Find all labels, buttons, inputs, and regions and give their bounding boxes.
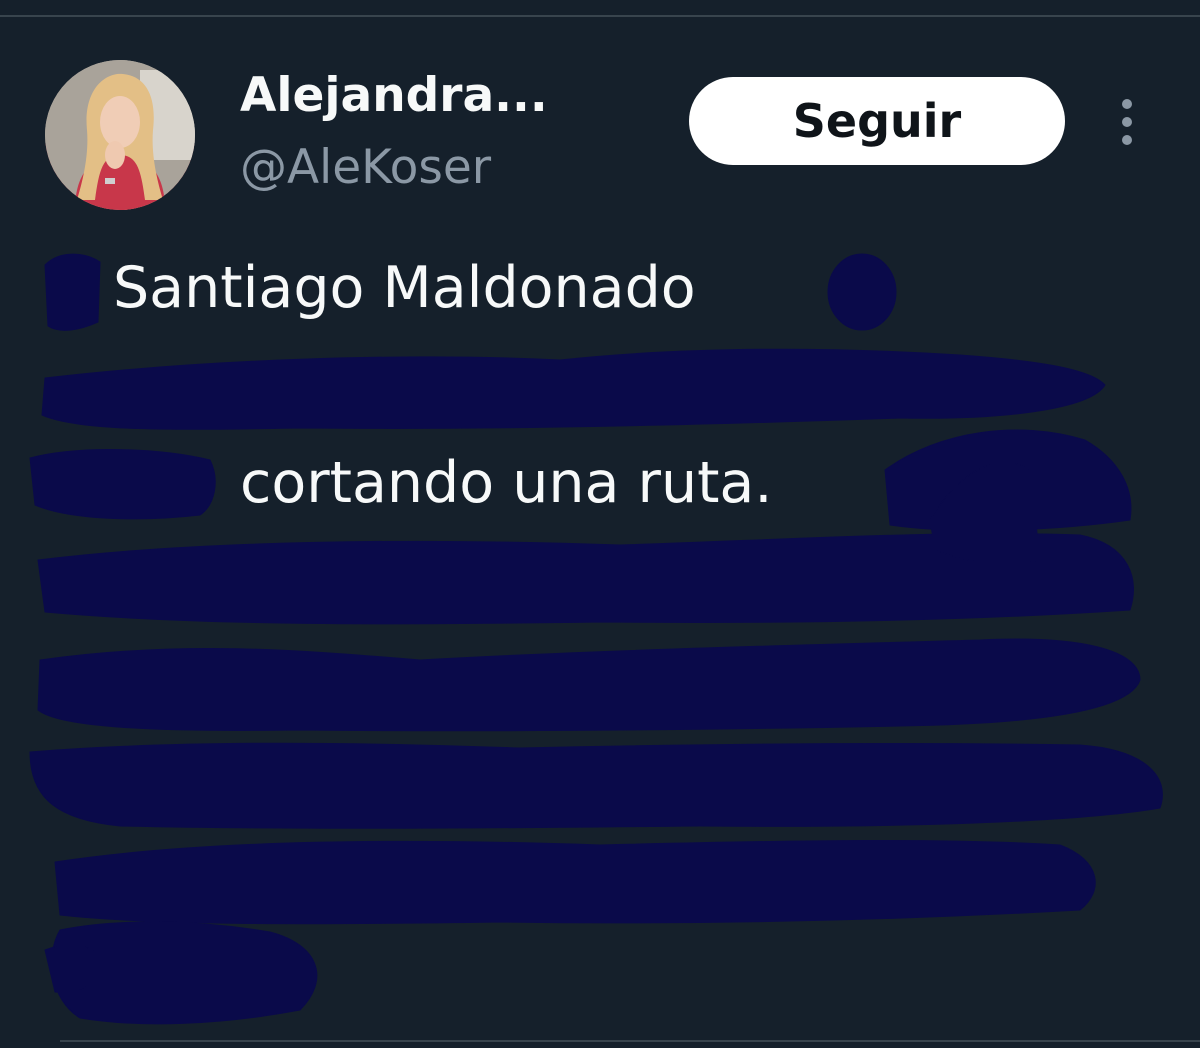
follow-button[interactable]: Seguir — [689, 77, 1065, 165]
follow-button-label: Seguir — [792, 94, 962, 148]
more-options-button[interactable] — [1105, 92, 1149, 152]
author-display-name[interactable]: Alejandra... — [240, 68, 548, 123]
author-handle[interactable]: @AleKoser — [240, 140, 491, 195]
bottom-divider — [60, 1040, 1200, 1042]
top-divider — [0, 15, 1200, 17]
profile-photo-icon — [45, 60, 195, 210]
more-vertical-icon — [1122, 99, 1132, 145]
avatar[interactable] — [45, 60, 195, 210]
tweet-text-line: cortando una ruta. — [240, 450, 773, 516]
tweet-text-line: Santiago Maldonado — [113, 255, 696, 321]
